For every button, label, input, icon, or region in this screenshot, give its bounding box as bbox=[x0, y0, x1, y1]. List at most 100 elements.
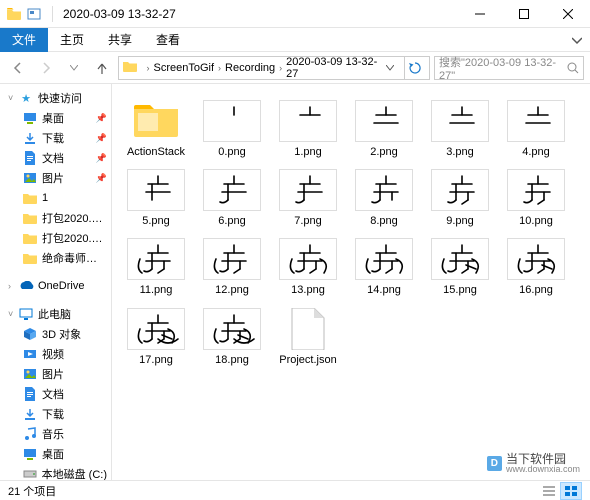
sidebar-item-label: 桌面 bbox=[42, 446, 64, 462]
sidebar-qa-item[interactable]: 图片📌 bbox=[0, 168, 111, 188]
sidebar-qa-item[interactable]: 1 bbox=[0, 188, 111, 208]
tab-home[interactable]: 主页 bbox=[48, 28, 96, 52]
file-label: 0.png bbox=[218, 146, 246, 159]
sidebar-item-label: 文档 bbox=[42, 386, 64, 402]
sidebar-pc-item[interactable]: 文档 bbox=[0, 384, 111, 404]
separator bbox=[52, 6, 53, 22]
image-file-item[interactable]: 4.png bbox=[500, 96, 572, 163]
desktop-icon bbox=[22, 446, 38, 462]
refresh-button[interactable] bbox=[404, 57, 425, 79]
pc-icon bbox=[18, 306, 34, 322]
sidebar-pc-item[interactable]: 下载 bbox=[0, 404, 111, 424]
sidebar-quick-access[interactable]: ˅ ★ 快速访问 bbox=[0, 88, 111, 108]
image-file-item[interactable]: 14.png bbox=[348, 234, 420, 301]
file-label: 16.png bbox=[519, 284, 553, 297]
breadcrumb-segment[interactable]: 2020-03-09 13-32-27 bbox=[286, 56, 386, 80]
file-label: 7.png bbox=[294, 215, 322, 228]
breadcrumb[interactable]: › ScreenToGif › Recording › 2020-03-09 1… bbox=[118, 56, 430, 80]
maximize-button[interactable] bbox=[502, 0, 546, 28]
nav-back-button[interactable] bbox=[6, 56, 30, 80]
image-file-item[interactable]: 12.png bbox=[196, 234, 268, 301]
sidebar-qa-item[interactable]: 打包2020.02.21.01 bbox=[0, 208, 111, 228]
sidebar-pc-item[interactable]: 视频 bbox=[0, 344, 111, 364]
image-file-item[interactable]: 7.png bbox=[272, 165, 344, 232]
minimize-button[interactable] bbox=[458, 0, 502, 28]
image-file-item[interactable]: 15.png bbox=[424, 234, 496, 301]
picture-icon bbox=[22, 366, 38, 382]
file-label: 11.png bbox=[140, 284, 173, 297]
breadcrumb-segment[interactable]: ScreenToGif bbox=[153, 62, 214, 74]
folder-icon bbox=[22, 210, 38, 226]
view-details-button[interactable] bbox=[538, 482, 560, 500]
star-icon: ★ bbox=[18, 90, 34, 106]
picture-icon bbox=[22, 170, 38, 186]
image-file-item[interactable]: 9.png bbox=[424, 165, 496, 232]
sidebar-item-label: 视频 bbox=[42, 346, 64, 362]
chevron-right-icon[interactable]: › bbox=[279, 63, 282, 73]
sidebar-pc-item[interactable]: 音乐 bbox=[0, 424, 111, 444]
sidebar-pc-item[interactable]: 图片 bbox=[0, 364, 111, 384]
nav-forward-button[interactable] bbox=[34, 56, 58, 80]
chevron-right-icon[interactable]: › bbox=[218, 63, 221, 73]
qat-properties-icon[interactable] bbox=[26, 6, 42, 22]
image-thumbnail bbox=[355, 100, 413, 142]
file-label: 12.png bbox=[215, 284, 249, 297]
sidebar-item-label: 文档 bbox=[42, 150, 96, 166]
sidebar-item-label: 本地磁盘 (C:) bbox=[42, 466, 107, 480]
file-label: 3.png bbox=[446, 146, 474, 159]
file-label: 13.png bbox=[291, 284, 325, 297]
desktop-icon bbox=[22, 110, 38, 126]
image-file-item[interactable]: 13.png bbox=[272, 234, 344, 301]
view-thumbnails-button[interactable] bbox=[560, 482, 582, 500]
image-file-item[interactable]: 2.png bbox=[348, 96, 420, 163]
watermark-badge: D bbox=[487, 456, 502, 471]
image-thumbnail bbox=[127, 308, 185, 350]
tab-view[interactable]: 查看 bbox=[144, 28, 192, 52]
sidebar-qa-item[interactable]: 桌面📌 bbox=[0, 108, 111, 128]
video-icon bbox=[22, 346, 38, 362]
image-thumbnail bbox=[507, 100, 565, 142]
breadcrumb-segment[interactable]: Recording bbox=[225, 62, 275, 74]
image-file-item[interactable]: 1.png bbox=[272, 96, 344, 163]
image-file-item[interactable]: 18.png bbox=[196, 304, 268, 371]
sidebar-pc-item[interactable]: 桌面 bbox=[0, 444, 111, 464]
image-thumbnail bbox=[279, 100, 337, 142]
nav-history-button[interactable] bbox=[62, 56, 86, 80]
3d-icon bbox=[22, 326, 38, 342]
image-thumbnail bbox=[203, 100, 261, 142]
file-list-pane[interactable]: ActionStack 0.png 1.png2.png 3.png 4.png 5.pn… bbox=[112, 84, 590, 480]
image-file-item[interactable]: 11.png bbox=[120, 234, 192, 301]
sidebar-qa-item[interactable]: 打包2020.02.21.02 bbox=[0, 228, 111, 248]
file-label: 10.png bbox=[519, 215, 553, 228]
image-thumbnail bbox=[127, 169, 185, 211]
folder-item[interactable]: ActionStack bbox=[120, 96, 192, 163]
ribbon-expand-button[interactable] bbox=[564, 35, 590, 45]
json-file-item[interactable]: Project.json bbox=[272, 304, 344, 371]
image-thumbnail bbox=[203, 238, 261, 280]
chevron-right-icon[interactable]: › bbox=[146, 63, 149, 73]
image-file-item[interactable]: 10.png bbox=[500, 165, 572, 232]
sidebar-qa-item[interactable]: 绝命毒师第5季 bbox=[0, 248, 111, 268]
breadcrumb-dropdown-button[interactable] bbox=[386, 65, 403, 71]
tab-file[interactable]: 文件 bbox=[0, 28, 48, 52]
file-icon bbox=[279, 308, 337, 350]
image-file-item[interactable]: 5.png bbox=[120, 165, 192, 232]
file-label: 5.png bbox=[142, 215, 170, 228]
image-file-item[interactable]: 6.png bbox=[196, 165, 268, 232]
image-file-item[interactable]: 16.png bbox=[500, 234, 572, 301]
nav-up-button[interactable] bbox=[90, 56, 114, 80]
sidebar-this-pc[interactable]: ˅ 此电脑 bbox=[0, 304, 111, 324]
sidebar-onedrive[interactable]: › OneDrive bbox=[0, 276, 111, 296]
image-file-item[interactable]: 17.png bbox=[120, 304, 192, 371]
sidebar-item-label: 桌面 bbox=[42, 110, 96, 126]
search-input[interactable]: 搜索"2020-03-09 13-32-27" bbox=[434, 56, 584, 80]
image-file-item[interactable]: 8.png bbox=[348, 165, 420, 232]
sidebar-pc-item[interactable]: 3D 对象 bbox=[0, 324, 111, 344]
sidebar-pc-item[interactable]: 本地磁盘 (C:) bbox=[0, 464, 111, 480]
tab-share[interactable]: 共享 bbox=[96, 28, 144, 52]
close-button[interactable] bbox=[546, 0, 590, 28]
sidebar-qa-item[interactable]: 下载📌 bbox=[0, 128, 111, 148]
sidebar-qa-item[interactable]: 文档📌 bbox=[0, 148, 111, 168]
image-file-item[interactable]: 0.png bbox=[196, 96, 268, 163]
image-file-item[interactable]: 3.png bbox=[424, 96, 496, 163]
